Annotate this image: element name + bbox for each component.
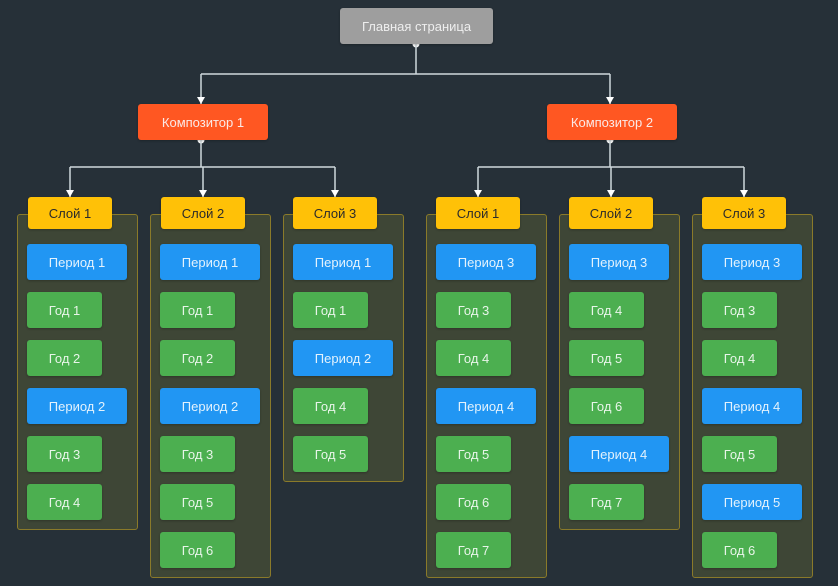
year-node[interactable]: Год 4	[27, 484, 102, 520]
period-node[interactable]: Период 4	[702, 388, 802, 424]
composer-2-node[interactable]: Композитор 2	[547, 104, 677, 140]
arrow-down-icon	[199, 190, 207, 197]
year-node[interactable]: Год 4	[569, 292, 644, 328]
year-node[interactable]: Год 1	[160, 292, 235, 328]
year-node[interactable]: Год 6	[702, 532, 777, 568]
root-node-main-page[interactable]: Главная страница	[340, 8, 493, 44]
arrow-down-icon	[474, 190, 482, 197]
year-node[interactable]: Год 1	[27, 292, 102, 328]
period-node[interactable]: Период 2	[293, 340, 393, 376]
layer-node[interactable]: Слой 2	[161, 197, 245, 229]
period-node[interactable]: Период 4	[436, 388, 536, 424]
year-node[interactable]: Год 4	[702, 340, 777, 376]
period-node[interactable]: Период 2	[160, 388, 260, 424]
year-node[interactable]: Год 2	[160, 340, 235, 376]
period-node[interactable]: Период 1	[160, 244, 260, 280]
year-node[interactable]: Год 3	[27, 436, 102, 472]
year-node[interactable]: Год 1	[293, 292, 368, 328]
year-node[interactable]: Год 2	[27, 340, 102, 376]
year-node[interactable]: Год 5	[569, 340, 644, 376]
year-node[interactable]: Год 7	[436, 532, 511, 568]
period-node[interactable]: Период 1	[27, 244, 127, 280]
year-node[interactable]: Год 5	[160, 484, 235, 520]
period-node[interactable]: Период 2	[27, 388, 127, 424]
arrow-down-icon	[606, 97, 614, 104]
year-node[interactable]: Год 6	[160, 532, 235, 568]
year-node[interactable]: Год 5	[702, 436, 777, 472]
year-node[interactable]: Год 5	[293, 436, 368, 472]
layer-node[interactable]: Слой 2	[569, 197, 653, 229]
year-node[interactable]: Год 3	[436, 292, 511, 328]
period-node[interactable]: Период 3	[569, 244, 669, 280]
layer-node[interactable]: Слой 3	[702, 197, 786, 229]
year-node[interactable]: Год 3	[160, 436, 235, 472]
period-node[interactable]: Период 4	[569, 436, 669, 472]
year-node[interactable]: Год 7	[569, 484, 644, 520]
arrow-down-icon	[331, 190, 339, 197]
period-node[interactable]: Период 3	[702, 244, 802, 280]
diagram-canvas: Главная страница Композитор 1 Слой 1 Перио…	[0, 0, 838, 586]
arrow-down-icon	[66, 190, 74, 197]
year-node[interactable]: Год 6	[436, 484, 511, 520]
year-node[interactable]: Год 5	[436, 436, 511, 472]
year-node[interactable]: Год 4	[436, 340, 511, 376]
year-node[interactable]: Год 3	[702, 292, 777, 328]
layer-node[interactable]: Слой 1	[28, 197, 112, 229]
arrow-down-icon	[607, 190, 615, 197]
composer-1-node[interactable]: Композитор 1	[138, 104, 268, 140]
period-node[interactable]: Период 5	[702, 484, 802, 520]
arrow-down-icon	[197, 97, 205, 104]
period-node[interactable]: Период 3	[436, 244, 536, 280]
arrow-down-icon	[740, 190, 748, 197]
year-node[interactable]: Год 6	[569, 388, 644, 424]
year-node[interactable]: Год 4	[293, 388, 368, 424]
layer-node[interactable]: Слой 3	[293, 197, 377, 229]
layer-node[interactable]: Слой 1	[436, 197, 520, 229]
period-node[interactable]: Период 1	[293, 244, 393, 280]
